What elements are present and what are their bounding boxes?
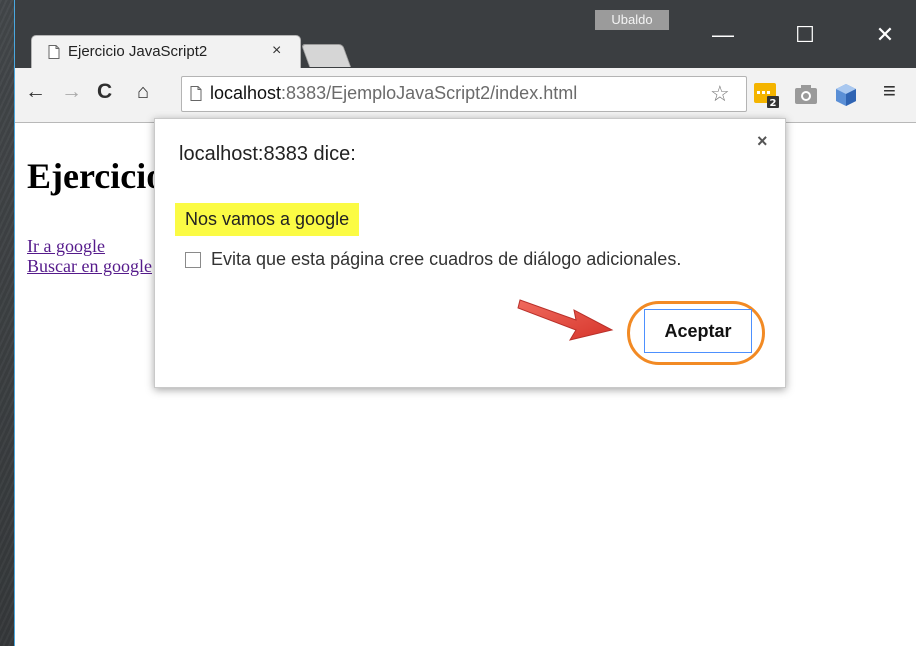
link-buscar-en-google[interactable]: Buscar en google	[27, 256, 155, 277]
link-ir-a-google[interactable]: Ir a google	[27, 236, 155, 257]
suppress-dialogs-label[interactable]: Evita que esta página cree cuadros de di…	[211, 249, 681, 270]
maximize-icon[interactable]: ☐	[790, 20, 820, 50]
dialog-title: localhost:8383 dice:	[179, 143, 356, 165]
tab-ejercicio[interactable]: Ejercicio JavaScript2 ×	[31, 35, 301, 68]
page-info-icon[interactable]	[190, 86, 202, 101]
address-bar[interactable]: localhost:8383/EjemploJavaScript2/index.…	[181, 76, 747, 112]
title-bar: Ejercicio JavaScript2 × Ubaldo — ☐ ✕	[15, 0, 916, 68]
cube-extension-icon[interactable]	[833, 82, 859, 108]
new-tab-button[interactable]	[300, 44, 352, 67]
url-text[interactable]: localhost:8383/EjemploJavaScript2/index.…	[210, 83, 577, 104]
url-path: :8383/EjemploJavaScript2/index.html	[281, 83, 578, 103]
suppress-dialogs-checkbox[interactable]	[185, 252, 201, 268]
tab-close-icon[interactable]: ×	[272, 42, 281, 60]
alert-dialog: × localhost:8383 dice: Nos vamos a googl…	[154, 118, 786, 388]
url-host: localhost	[210, 83, 282, 103]
forward-arrow-icon[interactable]: →	[61, 80, 82, 104]
annotation-arrow-icon	[517, 299, 614, 341]
profile-badge[interactable]: Ubaldo	[595, 10, 669, 30]
dialog-message: Nos vamos a google	[175, 203, 360, 236]
bookmark-star-icon[interactable]: ☆	[710, 81, 730, 107]
close-window-icon[interactable]: ✕	[870, 20, 900, 50]
browser-toolbar: ← → C ⌂ localhost:8383/EjemploJavaScript…	[15, 68, 916, 123]
dialog-close-icon[interactable]: ×	[757, 131, 768, 152]
tab-title: Ejercicio JavaScript2	[68, 43, 208, 60]
back-arrow-icon[interactable]: ←	[25, 80, 46, 104]
home-icon[interactable]: ⌂	[137, 80, 149, 104]
page-heading: Ejercicio JavaScript2	[27, 156, 167, 196]
reload-icon[interactable]: C	[97, 80, 112, 104]
camera-extension-icon[interactable]	[793, 82, 819, 108]
minimize-icon[interactable]: —	[708, 20, 738, 50]
page-icon	[48, 45, 60, 59]
accept-button[interactable]: Aceptar	[644, 309, 752, 353]
menu-icon[interactable]: ≡	[883, 78, 896, 104]
extension-badge: 2	[770, 98, 777, 108]
notes-extension-icon[interactable]: 2	[753, 82, 779, 108]
